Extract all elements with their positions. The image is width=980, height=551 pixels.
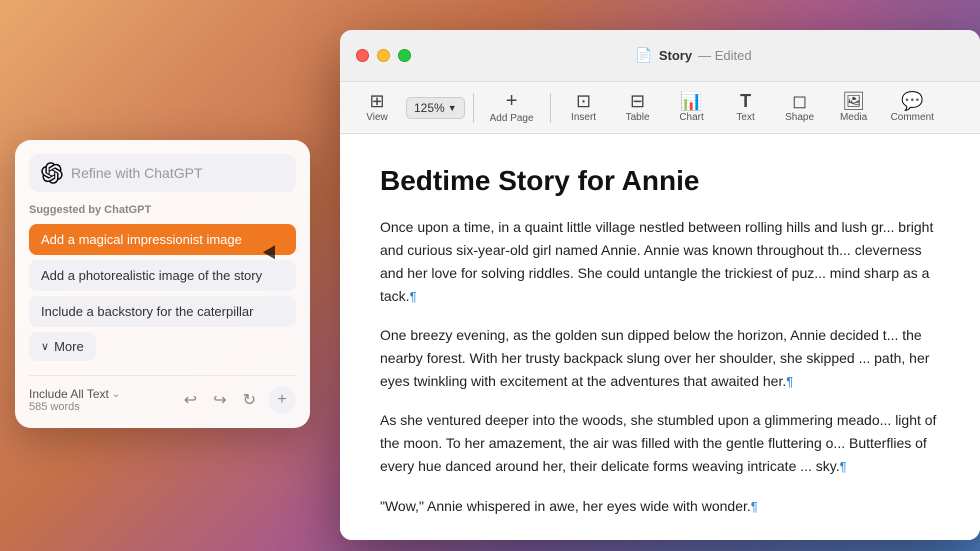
fullscreen-button[interactable] — [398, 49, 411, 62]
chatgpt-logo-icon — [41, 162, 63, 184]
suggestion-3[interactable]: Include a backstory for the caterpillar — [29, 296, 296, 327]
document-content: Bedtime Story for Annie Once upon a time… — [340, 134, 980, 540]
panel-footer: Include All Text ⌄ 585 words ↩ ↪ ↻ + — [29, 375, 296, 414]
pilcrow-1: ¶ — [410, 289, 417, 304]
pilcrow-4: ¶ — [751, 499, 758, 514]
redo-button[interactable]: ↪ — [209, 386, 230, 414]
table-label: Table — [626, 112, 650, 123]
toolbar-divider-2 — [550, 93, 551, 123]
toolbar-table[interactable]: ⊟ Table — [613, 88, 663, 127]
minimize-button[interactable] — [377, 49, 390, 62]
toolbar-shape[interactable]: ◻ Shape — [775, 88, 825, 127]
toolbar-divider-1 — [473, 93, 474, 123]
paragraph-1: Once upon a time, in a quaint little vil… — [380, 216, 940, 308]
paragraph-2: One breezy evening, as the golden sun di… — [380, 324, 940, 393]
addpage-label: Add Page — [490, 113, 534, 124]
window-edited-label: — Edited — [698, 48, 752, 63]
toolbar-media[interactable]: 🖼 Media — [829, 88, 879, 127]
undo-button[interactable]: ↩ — [180, 386, 201, 414]
add-icon: + — [277, 391, 286, 409]
chatgpt-input-row[interactable]: Refine with ChatGPT — [29, 154, 296, 192]
include-all-text-label[interactable]: Include All Text ⌄ — [29, 387, 120, 401]
word-count-label: 585 words — [29, 401, 120, 413]
paragraph-3: As she ventured deeper into the woods, s… — [380, 409, 940, 478]
footer-left: Include All Text ⌄ 585 words — [29, 387, 120, 413]
toolbar-comment[interactable]: 💬 Comment — [883, 88, 942, 127]
media-icon: 🖼 — [842, 92, 865, 110]
footer-actions: ↩ ↪ ↻ + — [180, 386, 296, 414]
pages-window: 📄 Story — Edited ⊞ View 125% ▼ + Add Pag… — [340, 30, 980, 540]
comment-icon: 💬 — [901, 92, 923, 110]
toolbar-text[interactable]: T Text — [721, 88, 771, 127]
zoom-control[interactable]: 125% ▼ — [406, 97, 465, 119]
toolbar-view[interactable]: ⊞ View — [352, 88, 402, 127]
toolbar-addpage[interactable]: + Add Page — [482, 87, 542, 128]
view-label: View — [366, 112, 388, 123]
titlebar: 📄 Story — Edited — [340, 30, 980, 82]
shape-label: Shape — [785, 112, 814, 123]
insert-icon: ⊡ — [576, 92, 591, 110]
zoom-chevron: ▼ — [448, 103, 457, 113]
more-label: More — [54, 339, 84, 354]
chatgpt-input-placeholder: Refine with ChatGPT — [71, 165, 284, 181]
pilcrow-2: ¶ — [786, 374, 793, 389]
pilcrow-5: ¶ — [380, 538, 387, 540]
pilcrow-3: ¶ — [840, 459, 847, 474]
document-icon: 📄 — [635, 47, 652, 64]
media-label: Media — [840, 112, 867, 123]
chatgpt-section-label: Suggested by ChatGPT — [29, 204, 296, 216]
title-area: 📄 Story — Edited — [423, 47, 964, 64]
chart-label: Chart — [679, 112, 703, 123]
addpage-icon: + — [506, 91, 518, 111]
toolbar: ⊞ View 125% ▼ + Add Page ⊡ Insert ⊟ Tabl… — [340, 82, 980, 134]
paragraph-5: ¶ — [380, 534, 940, 540]
more-button[interactable]: ∨ More — [29, 332, 96, 361]
include-chevron-icon: ⌄ — [112, 389, 120, 400]
add-button[interactable]: + — [268, 386, 296, 414]
window-title: Story — [659, 48, 692, 63]
suggestion-2[interactable]: Add a photorealistic image of the story — [29, 260, 296, 291]
close-button[interactable] — [356, 49, 369, 62]
toolbar-insert[interactable]: ⊡ Insert — [559, 88, 609, 127]
toolbar-chart[interactable]: 📊 Chart — [667, 88, 717, 127]
table-icon: ⊟ — [630, 92, 645, 110]
refresh-button[interactable]: ↻ — [239, 386, 260, 414]
text-icon: T — [740, 92, 751, 110]
paragraph-4: "Wow," Annie whispered in awe, her eyes … — [380, 495, 940, 518]
comment-label: Comment — [891, 112, 934, 123]
chart-icon: 📊 — [680, 92, 702, 110]
traffic-lights — [356, 49, 411, 62]
view-icon: ⊞ — [369, 92, 384, 110]
chatgpt-panel: Refine with ChatGPT Suggested by ChatGPT… — [15, 140, 310, 428]
text-label: Text — [736, 112, 754, 123]
zoom-value: 125% — [414, 101, 445, 115]
insert-label: Insert — [571, 112, 596, 123]
more-chevron-icon: ∨ — [41, 340, 49, 353]
suggestion-1[interactable]: Add a magical impressionist image — [29, 224, 296, 255]
shape-icon: ◻ — [792, 92, 807, 110]
document-title: Bedtime Story for Annie — [380, 164, 940, 198]
